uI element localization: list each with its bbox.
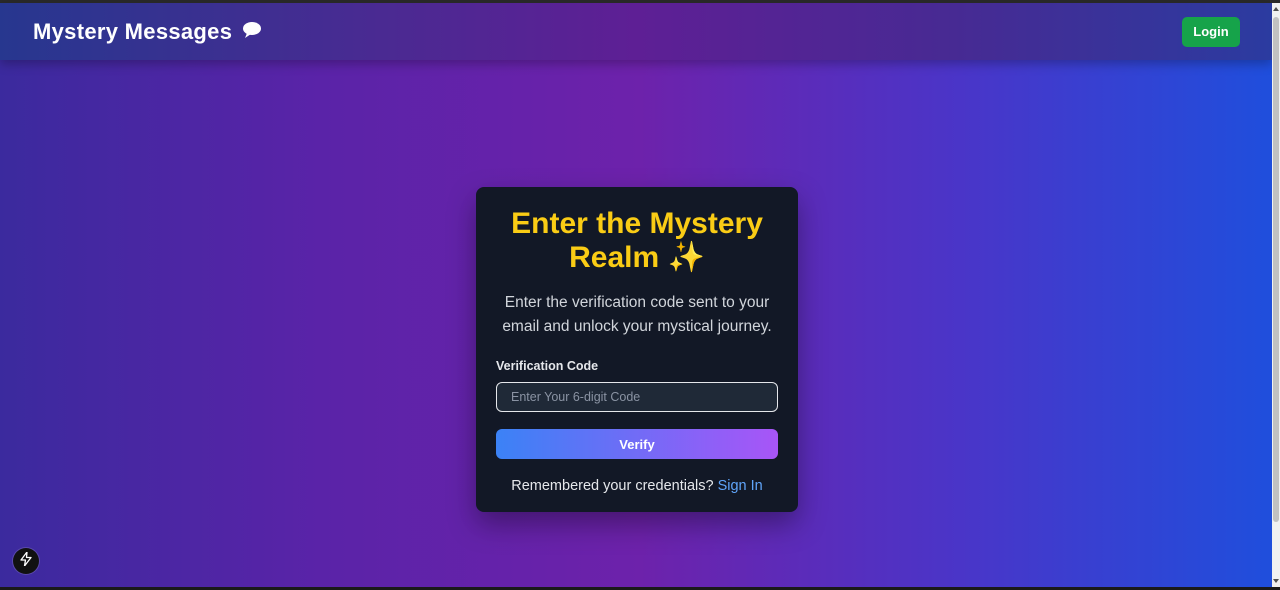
verify-card: Enter the Mystery Realm ✨ Enter the veri…: [476, 187, 798, 512]
verification-code-input[interactable]: [496, 382, 778, 412]
speech-bubble-icon: [242, 21, 262, 42]
signin-link[interactable]: Sign In: [718, 478, 763, 494]
scroll-down-icon[interactable]: [1273, 579, 1279, 583]
brand[interactable]: Mystery Messages: [33, 19, 262, 45]
scroll-up-icon[interactable]: [1273, 7, 1279, 11]
verify-button[interactable]: Verify: [496, 429, 778, 459]
vertical-scrollbar[interactable]: [1272, 3, 1280, 587]
navbar: Mystery Messages Login: [0, 3, 1272, 60]
signin-prompt: Remembered your credentials? Sign In: [496, 478, 778, 494]
brand-title: Mystery Messages: [33, 18, 233, 44]
card-subtitle: Enter the verification code sent to your…: [502, 294, 772, 335]
signin-prompt-text: Remembered your credentials?: [511, 478, 714, 494]
lightning-bolt-icon: [20, 550, 32, 571]
login-button[interactable]: Login: [1182, 16, 1240, 47]
page: Mystery Messages Login Enter the Mystery…: [0, 0, 1280, 590]
scrollbar-thumb[interactable]: [1273, 17, 1279, 522]
dev-tools-badge[interactable]: [13, 548, 39, 574]
verification-code-label: Verification Code: [496, 359, 599, 373]
card-title: Enter the Mystery Realm ✨: [511, 207, 763, 274]
